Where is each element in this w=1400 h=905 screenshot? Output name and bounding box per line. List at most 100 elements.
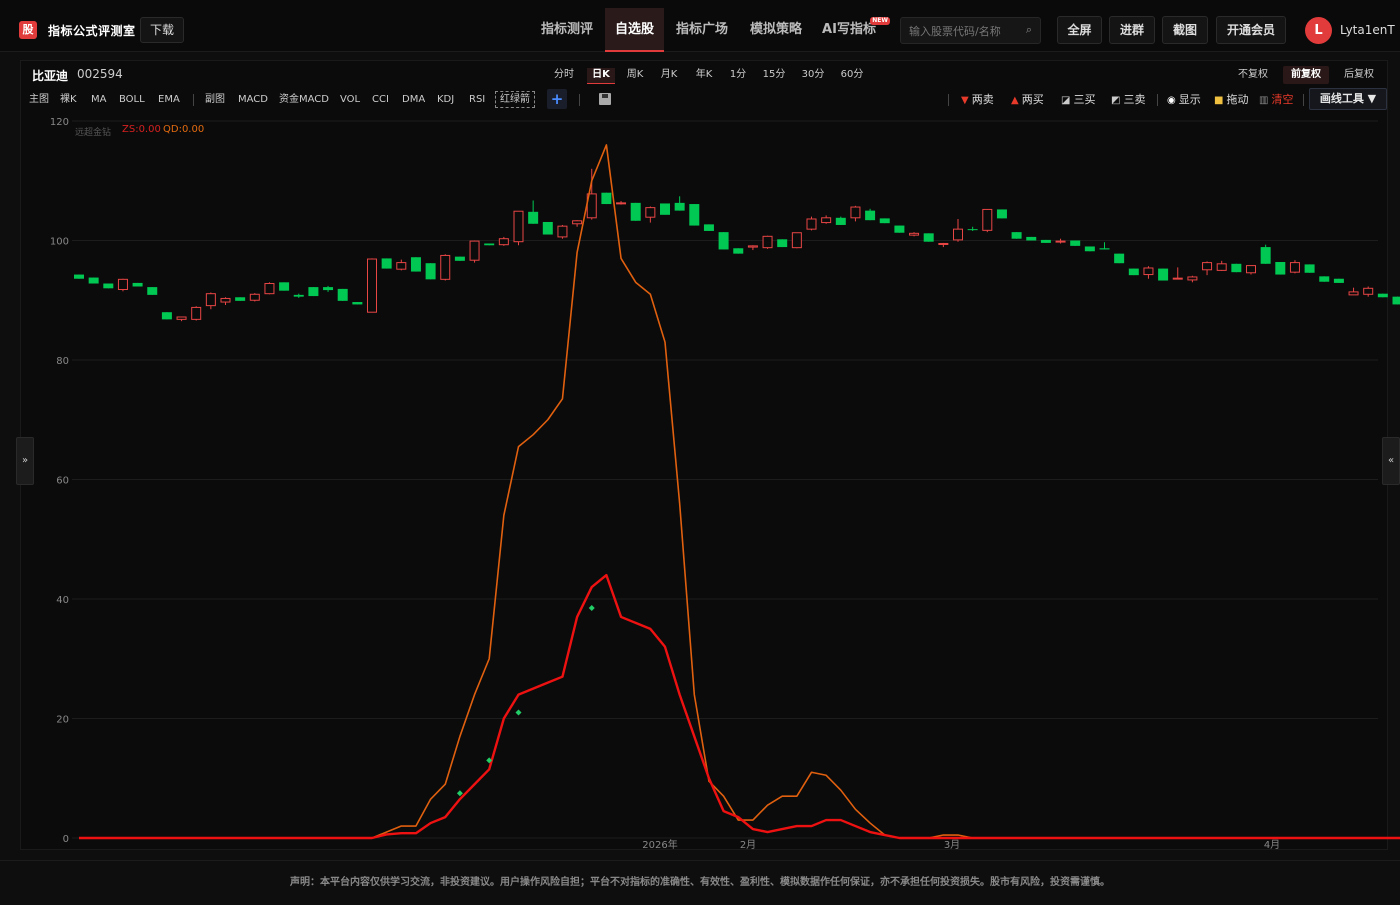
candle-body [1349, 292, 1358, 295]
candle-body [1056, 241, 1065, 242]
candle-body [177, 317, 186, 319]
candle-body [1378, 294, 1388, 298]
candle-body [558, 226, 567, 237]
candle-body [338, 289, 348, 301]
y-tick-label: 20 [56, 715, 69, 726]
candle-body [1305, 264, 1315, 272]
candle-body [1261, 247, 1271, 264]
disclaimer: 声明：本平台内容仅供学习交流，非投资建议。用户操作风险自担；平台不对指标的准确性… [0, 860, 1400, 900]
candle-body [1100, 248, 1110, 249]
candle-body [836, 218, 846, 225]
candle-body [851, 207, 860, 218]
candle-body [484, 243, 494, 245]
candle-body [411, 257, 421, 271]
candle-body [308, 287, 318, 296]
candle-body [1203, 263, 1212, 270]
candle-body [499, 239, 508, 245]
candle-body [777, 239, 787, 247]
candle-body [397, 263, 406, 270]
signal-marker [589, 605, 595, 611]
candle-body [910, 233, 919, 235]
x-tick-label: 4月 [1264, 839, 1280, 851]
candle-body [1173, 278, 1182, 279]
candle-body [1158, 269, 1168, 281]
candle-body [1188, 277, 1197, 280]
candle-body [1247, 266, 1256, 273]
candle-body [646, 208, 655, 218]
candle-body [894, 226, 904, 233]
candle-body [1012, 232, 1022, 239]
y-tick-label: 60 [56, 476, 69, 487]
series-line-zs [79, 575, 1400, 838]
candle-body [1129, 269, 1139, 276]
x-tick-label: 3月 [944, 839, 960, 851]
candle-body [294, 295, 304, 297]
candle-body [924, 233, 934, 241]
candle-body [689, 204, 699, 226]
kline-chart[interactable]: 0204060801001202026年2月3月4月 [0, 0, 1400, 900]
candle-body [221, 298, 230, 302]
candle-body [133, 283, 143, 287]
candle-body [954, 229, 963, 240]
candle-body [543, 222, 553, 235]
candle-body [1319, 276, 1329, 281]
signal-marker [457, 790, 463, 796]
candle-body [368, 259, 377, 312]
candle-body [601, 193, 611, 204]
candle-body [719, 232, 729, 249]
candle-body [792, 233, 801, 248]
candle-body [514, 211, 523, 241]
candle-body [192, 307, 201, 319]
candle-body [573, 221, 582, 224]
y-tick-label: 40 [56, 595, 69, 606]
candle-body [763, 236, 772, 247]
candle-body [528, 212, 538, 224]
candle-body [748, 246, 757, 247]
expand-left-button[interactable]: » [16, 437, 34, 485]
candle-body [983, 209, 992, 230]
y-tick-label: 100 [50, 237, 69, 248]
candle-body [74, 275, 84, 279]
candle-body [1041, 240, 1051, 243]
candle-body [865, 211, 875, 221]
candle-body [89, 278, 99, 284]
signal-marker [516, 710, 522, 716]
candle-body [279, 282, 289, 290]
candle-body [323, 287, 333, 290]
candle-body [1364, 288, 1373, 294]
candle-body [382, 258, 392, 268]
candle-body [704, 224, 714, 231]
candle-body [103, 284, 113, 289]
candle-body [455, 257, 465, 261]
candle-body [162, 312, 172, 319]
candle-body [206, 294, 215, 306]
candle-body [631, 203, 641, 221]
y-tick-label: 120 [50, 117, 69, 128]
expand-right-button[interactable]: « [1382, 437, 1400, 485]
candle-body [470, 241, 479, 260]
candle-body [1026, 237, 1036, 241]
candle-body [1231, 264, 1241, 272]
candle-body [807, 219, 816, 229]
candle-body [426, 263, 436, 279]
candle-body [675, 203, 685, 211]
candle-body [660, 203, 670, 214]
candle-body [441, 255, 450, 279]
y-tick-label: 80 [56, 356, 69, 367]
candle-body [997, 209, 1007, 218]
candle-body [1217, 264, 1226, 271]
candle-body [1070, 241, 1080, 246]
candle-body [1334, 279, 1344, 283]
candle-body [250, 294, 259, 300]
candle-body [235, 297, 245, 301]
candle-body [1393, 297, 1400, 305]
candle-body [733, 248, 743, 253]
candle-body [617, 203, 626, 204]
candle-body [1114, 254, 1124, 264]
candle-body [822, 218, 831, 223]
candle-body [1144, 268, 1153, 275]
candle-body [939, 243, 948, 244]
candle-body [265, 284, 274, 294]
candle-body [352, 302, 362, 304]
x-tick-label: 2月 [740, 839, 756, 851]
